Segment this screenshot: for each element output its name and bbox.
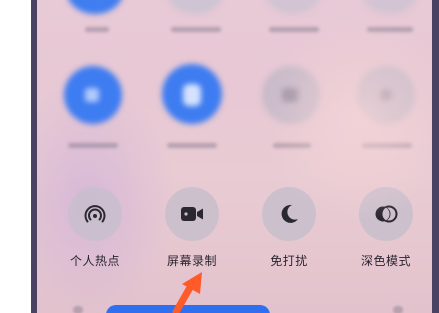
dark-mode-label: 深色模式 xyxy=(360,254,411,268)
control-center-panel: 个人热点 屏幕录制 免打扰 深色模式 xyxy=(37,0,432,313)
blurred-glyph xyxy=(380,89,392,101)
blurred-glyph xyxy=(183,84,201,106)
dark-mode-icon xyxy=(374,204,398,224)
blurred-label xyxy=(362,143,412,148)
screen-record-tile[interactable] xyxy=(165,187,219,241)
blurred-tile-8[interactable] xyxy=(357,66,415,124)
bottom-right-indicator xyxy=(393,306,403,313)
moon-icon xyxy=(278,203,300,225)
blurred-label xyxy=(68,143,118,148)
blurred-label xyxy=(171,27,221,32)
hotspot-icon xyxy=(84,203,106,225)
do-not-disturb-tile[interactable] xyxy=(262,187,316,241)
brightness-slider[interactable] xyxy=(106,305,270,313)
screen-record-label: 屏幕录制 xyxy=(166,254,217,268)
hotspot-label: 个人热点 xyxy=(69,254,120,268)
blurred-tile-1[interactable] xyxy=(67,0,123,14)
blurred-label xyxy=(273,143,311,148)
blurred-glyph xyxy=(85,88,99,102)
blurred-tile-7[interactable] xyxy=(262,66,320,124)
blurred-label xyxy=(167,143,217,148)
screen-record-icon xyxy=(180,205,204,223)
blurred-label xyxy=(85,27,109,32)
blurred-tile-2[interactable] xyxy=(167,0,223,14)
bottom-left-indicator xyxy=(73,306,83,313)
blurred-tile-3[interactable] xyxy=(265,0,321,14)
blurred-tile-4[interactable] xyxy=(362,0,418,14)
hotspot-tile[interactable] xyxy=(68,187,122,241)
blurred-label xyxy=(269,27,319,32)
do-not-disturb-label: 免打扰 xyxy=(270,254,308,268)
blurred-glyph xyxy=(282,88,298,102)
blurred-label xyxy=(367,27,413,32)
dark-mode-tile[interactable] xyxy=(359,187,413,241)
screenshot: 个人热点 屏幕录制 免打扰 深色模式 xyxy=(0,0,439,313)
